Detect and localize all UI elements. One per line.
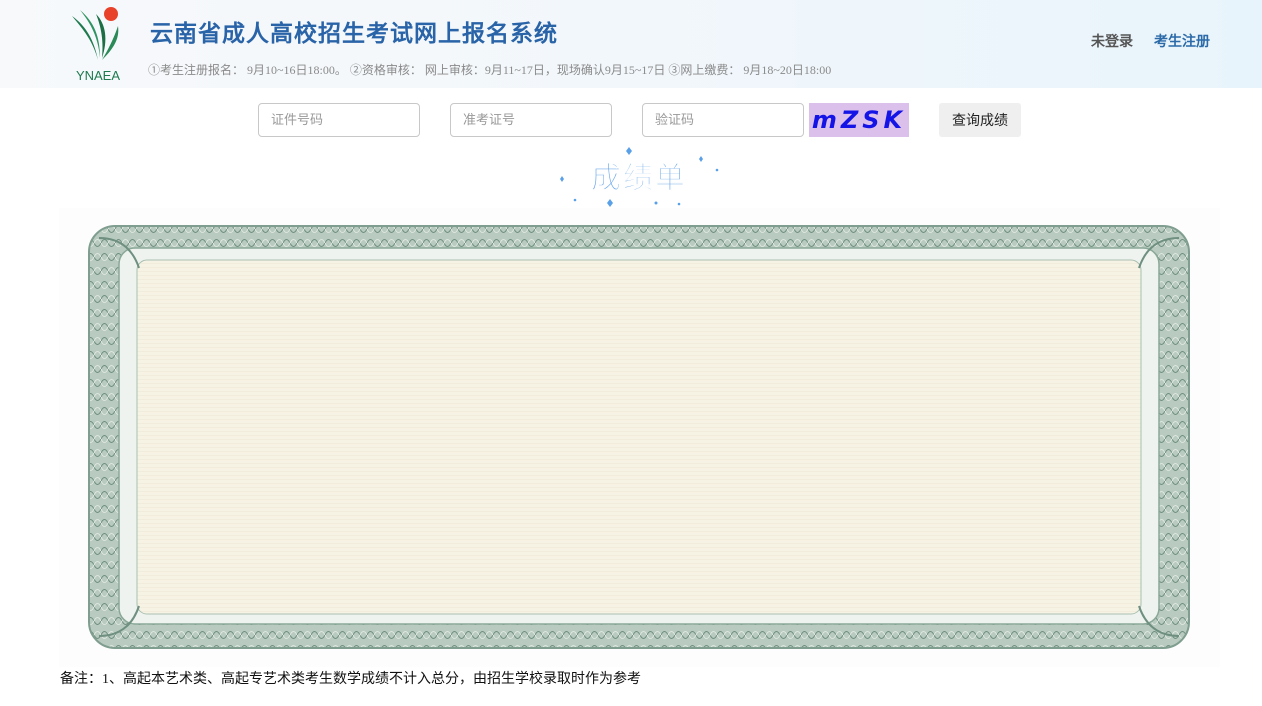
- ynaea-logo: YNAEA: [72, 7, 120, 83]
- query-score-button[interactable]: 查询成绩: [939, 103, 1021, 137]
- score-certificate: [59, 208, 1220, 667]
- header: YNAEA 云南省成人高校招生考试网上报名系统 ①考生注册报名： 9月10~16…: [0, 0, 1262, 88]
- score-sheet-banner: 成绩单: [560, 147, 719, 207]
- login-status-link[interactable]: 未登录: [1091, 31, 1133, 51]
- header-nav: 未登录 考生注册: [1091, 31, 1210, 51]
- exam-number-input[interactable]: [450, 103, 612, 137]
- logo-text: YNAEA: [76, 68, 120, 83]
- captcha-image[interactable]: mZSK: [809, 103, 909, 137]
- site-title: 云南省成人高校招生考试网上报名系统: [150, 20, 558, 47]
- id-number-input[interactable]: [258, 103, 420, 137]
- register-link[interactable]: 考生注册: [1154, 31, 1210, 51]
- registration-schedule: ①考生注册报名： 9月10~16日18:00。 ②资格审核： 网上审核：9月11…: [148, 63, 832, 77]
- score-sheet-title: 成绩单: [591, 161, 687, 196]
- captcha-input[interactable]: [642, 103, 804, 137]
- score-query-form: mZSK 查询成绩: [0, 103, 1262, 137]
- remark-note: 备注：1、高起本艺术类、高起专艺术类考生数学成绩不计入总分，由招生学校录取时作为…: [60, 672, 641, 687]
